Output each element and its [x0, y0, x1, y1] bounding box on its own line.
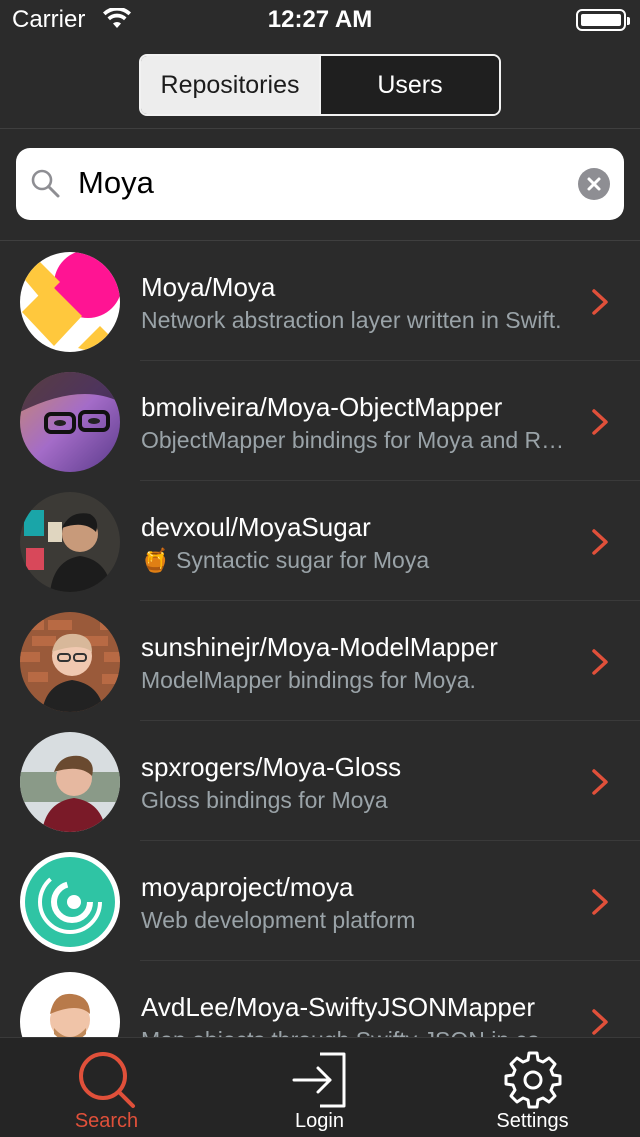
chevron-right-icon: [590, 288, 610, 321]
clear-icon[interactable]: [578, 168, 610, 200]
list-item[interactable]: Moya/Moya Network abstraction layer writ…: [0, 241, 640, 361]
gear-icon: [503, 1050, 563, 1115]
repo-title: moyaproject/moya: [141, 872, 354, 902]
search-input[interactable]: Moya: [16, 148, 624, 220]
tab-settings-label: Settings: [496, 1110, 569, 1132]
repo-title: AvdLee/Moya-SwiftyJSONMapper: [141, 992, 536, 1022]
repo-description: Gloss bindings for Moya: [141, 787, 388, 813]
chevron-right-icon: [590, 888, 610, 921]
scope-segmented-control: Repositories Users: [139, 54, 501, 116]
chevron-right-icon: [590, 768, 610, 801]
status-bar: Carrier 12:27 AM: [0, 0, 640, 40]
search-query-text: Moya: [78, 165, 154, 200]
chevron-right-icon: [590, 408, 610, 441]
tab-login[interactable]: Login: [213, 1038, 426, 1137]
avatar: [20, 372, 120, 472]
tab-search-label: Search: [74, 1110, 139, 1132]
repo-description: Web development platform: [141, 907, 416, 933]
list-item[interactable]: spxrogers/Moya-Gloss Gloss bindings for …: [0, 721, 640, 841]
search-bar: Moya: [0, 129, 640, 241]
repo-title: Moya/Moya: [141, 272, 276, 302]
clock: 12:27 AM: [267, 6, 373, 33]
tab-search[interactable]: Search: [0, 1038, 213, 1137]
search-icon: [77, 1050, 137, 1115]
login-icon: [290, 1050, 350, 1115]
repo-description: ObjectMapper bindings for Moya and RxSwi…: [141, 427, 571, 453]
tab-login-label: Login: [295, 1110, 344, 1132]
avatar: [20, 732, 120, 832]
chevron-right-icon: [590, 648, 610, 681]
repo-description: Network abstraction layer written in Swi…: [141, 307, 562, 333]
repo-description: ModelMapper bindings for Moya.: [141, 667, 476, 693]
avatar: [20, 492, 120, 592]
avatar: [20, 972, 120, 1037]
repo-title: spxrogers/Moya-Gloss: [141, 752, 402, 782]
results-list: Moya/Moya Network abstraction layer writ…: [0, 241, 640, 1037]
wifi-icon: [102, 6, 132, 35]
nav-header: Repositories Users: [0, 40, 640, 129]
chevron-right-icon: [590, 528, 610, 561]
repo-title: devxoul/MoyaSugar: [141, 512, 371, 542]
chevron-right-icon: [590, 1008, 610, 1037]
repo-description: Map objects through Swifty JSON in combi…: [141, 1027, 571, 1037]
tab-settings[interactable]: Settings: [426, 1038, 639, 1137]
list-item[interactable]: bmoliveira/Moya-ObjectMapper ObjectMappe…: [0, 361, 640, 481]
tab-bar: Search Login Settings: [0, 1037, 640, 1137]
avatar: [20, 252, 120, 352]
list-item[interactable]: moyaproject/moya Web development platfor…: [0, 841, 640, 961]
repo-description: 🍯 Syntactic sugar for Moya: [141, 547, 430, 573]
avatar: [20, 612, 120, 712]
list-item[interactable]: sunshinejr/Moya-ModelMapper ModelMapper …: [0, 601, 640, 721]
avatar: [20, 852, 120, 952]
segment-users[interactable]: Users: [319, 56, 499, 114]
repo-title: bmoliveira/Moya-ObjectMapper: [141, 392, 503, 422]
battery-icon: [576, 9, 630, 31]
carrier-label: Carrier: [12, 6, 86, 33]
list-item[interactable]: devxoul/MoyaSugar 🍯 Syntactic sugar for …: [0, 481, 640, 601]
repo-title: sunshinejr/Moya-ModelMapper: [141, 632, 498, 662]
search-icon: [30, 168, 62, 205]
segment-repositories[interactable]: Repositories: [141, 56, 319, 114]
list-item[interactable]: AvdLee/Moya-SwiftyJSONMapper Map objects…: [0, 961, 640, 1037]
